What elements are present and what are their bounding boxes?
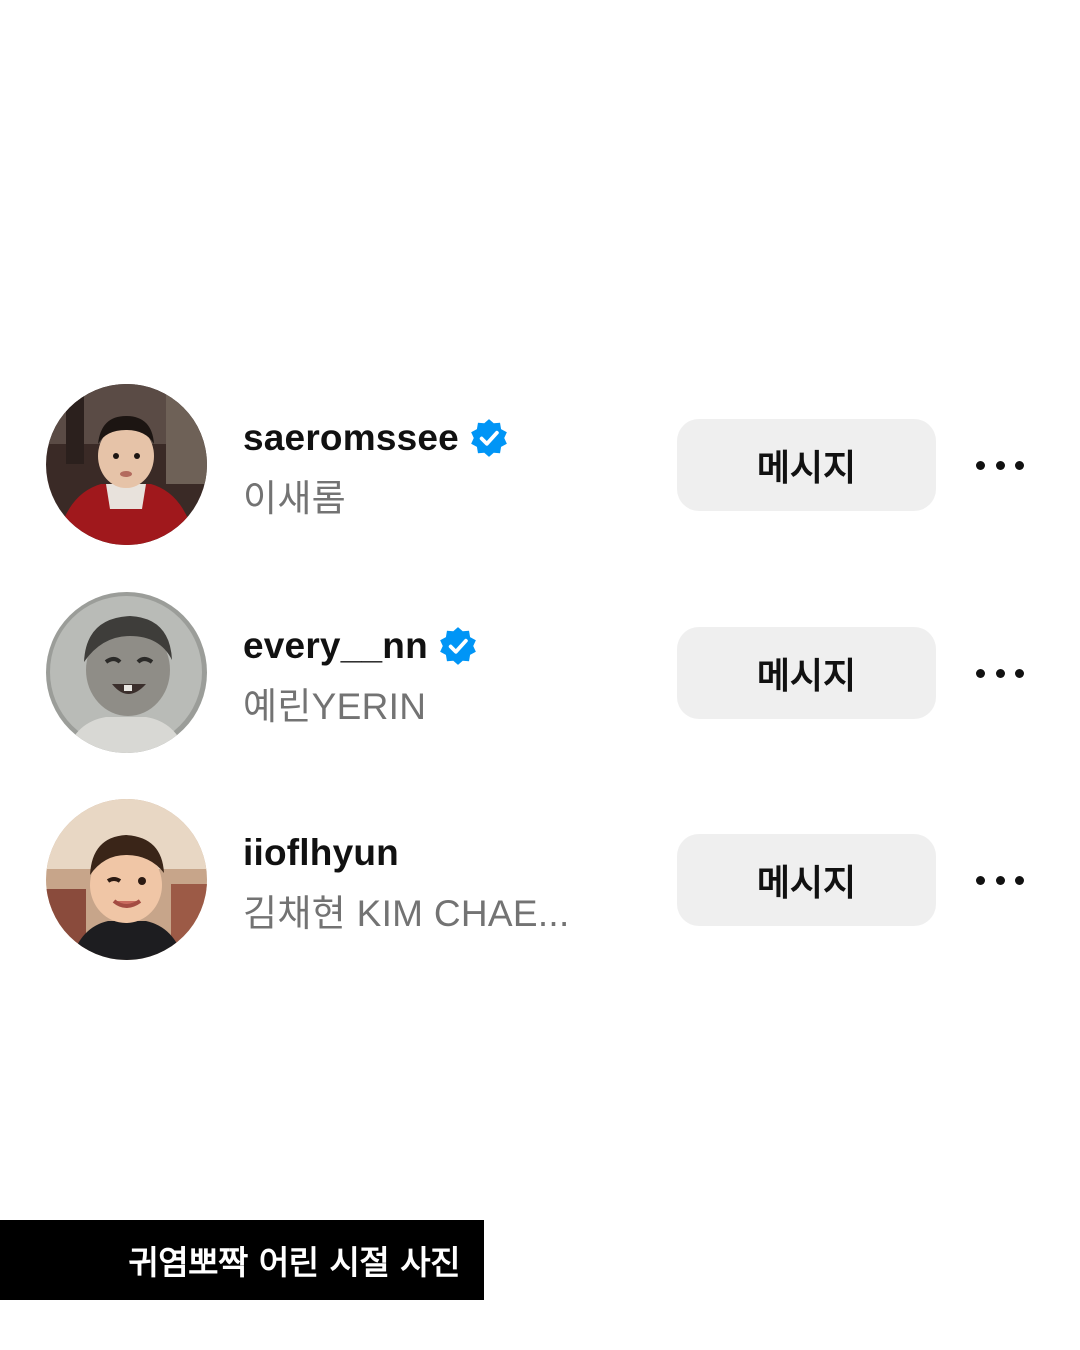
full-name: 예린YERIN	[243, 686, 427, 727]
account-row: every__nn 예린YERIN 메시지	[0, 582, 1080, 762]
avatar-photo-every-nn	[46, 592, 207, 753]
more-horizontal-icon[interactable]	[972, 450, 1028, 480]
username[interactable]: every__nn	[243, 625, 428, 667]
full-name: 이새롬	[243, 478, 347, 519]
avatar-photo-iioflhyun	[46, 799, 207, 960]
avatar[interactable]	[46, 592, 207, 753]
message-button[interactable]: 메시지	[677, 834, 936, 926]
username-line: saeromssee	[243, 414, 663, 462]
caption-text: 귀염뽀짝 어린 시절 사진	[128, 1243, 460, 1282]
full-name: 김채현 KIM CHAE...	[243, 893, 570, 934]
username-line: iioflhyun	[243, 829, 663, 877]
user-info: every__nn 예린YERIN	[243, 622, 663, 730]
message-button[interactable]: 메시지	[677, 419, 936, 511]
caption-bar: 귀염뽀짝 어린 시절 사진	[0, 1220, 484, 1300]
account-list: saeromssee 이새롬 메시지 every__nn 예린YERIN 메시지…	[0, 0, 1080, 1350]
username-line: every__nn	[243, 622, 663, 670]
account-row: iioflhyun 김채현 KIM CHAE... 메시지	[0, 789, 1080, 969]
avatar-photo-saeromssee	[46, 384, 207, 545]
user-info: saeromssee 이새롬	[243, 414, 663, 522]
user-info: iioflhyun 김채현 KIM CHAE...	[243, 829, 663, 937]
more-horizontal-icon[interactable]	[972, 865, 1028, 895]
username[interactable]: saeromssee	[243, 417, 459, 459]
more-horizontal-icon[interactable]	[972, 658, 1028, 688]
avatar[interactable]	[46, 799, 207, 960]
username[interactable]: iioflhyun	[243, 832, 399, 874]
verified-badge-icon	[437, 625, 479, 667]
verified-badge-icon	[468, 417, 510, 459]
avatar[interactable]	[46, 384, 207, 545]
account-row: saeromssee 이새롬 메시지	[0, 374, 1080, 554]
message-button[interactable]: 메시지	[677, 627, 936, 719]
